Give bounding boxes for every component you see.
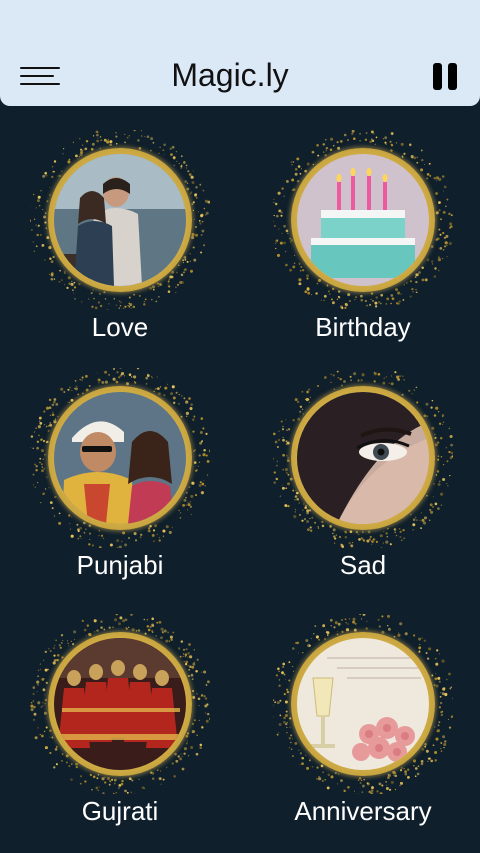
category-badge [30, 368, 210, 548]
category-label: Punjabi [76, 550, 164, 580]
sad-eye-photo [297, 392, 429, 524]
category-label: Love [91, 312, 149, 342]
app-bar: Magic.ly [0, 0, 480, 106]
category-label: Anniversary [294, 796, 432, 826]
gujarati-dancers-photo [54, 638, 186, 770]
category-badge [30, 130, 210, 310]
punjabi-couple-photo [54, 392, 186, 524]
anniversary-champagne-photo [297, 638, 429, 770]
birthday-cake-photo [297, 154, 429, 286]
category-badge [273, 130, 453, 310]
category-label: Birthday [315, 312, 411, 342]
app-title: Magic.ly [171, 57, 289, 93]
category-label: Sad [339, 550, 387, 580]
category-badge [30, 614, 210, 794]
couple-photo [54, 154, 186, 286]
category-label: Gujrati [81, 796, 159, 826]
category-badge [273, 368, 453, 548]
pause-icon[interactable] [433, 63, 459, 91]
category-badge [273, 614, 453, 794]
